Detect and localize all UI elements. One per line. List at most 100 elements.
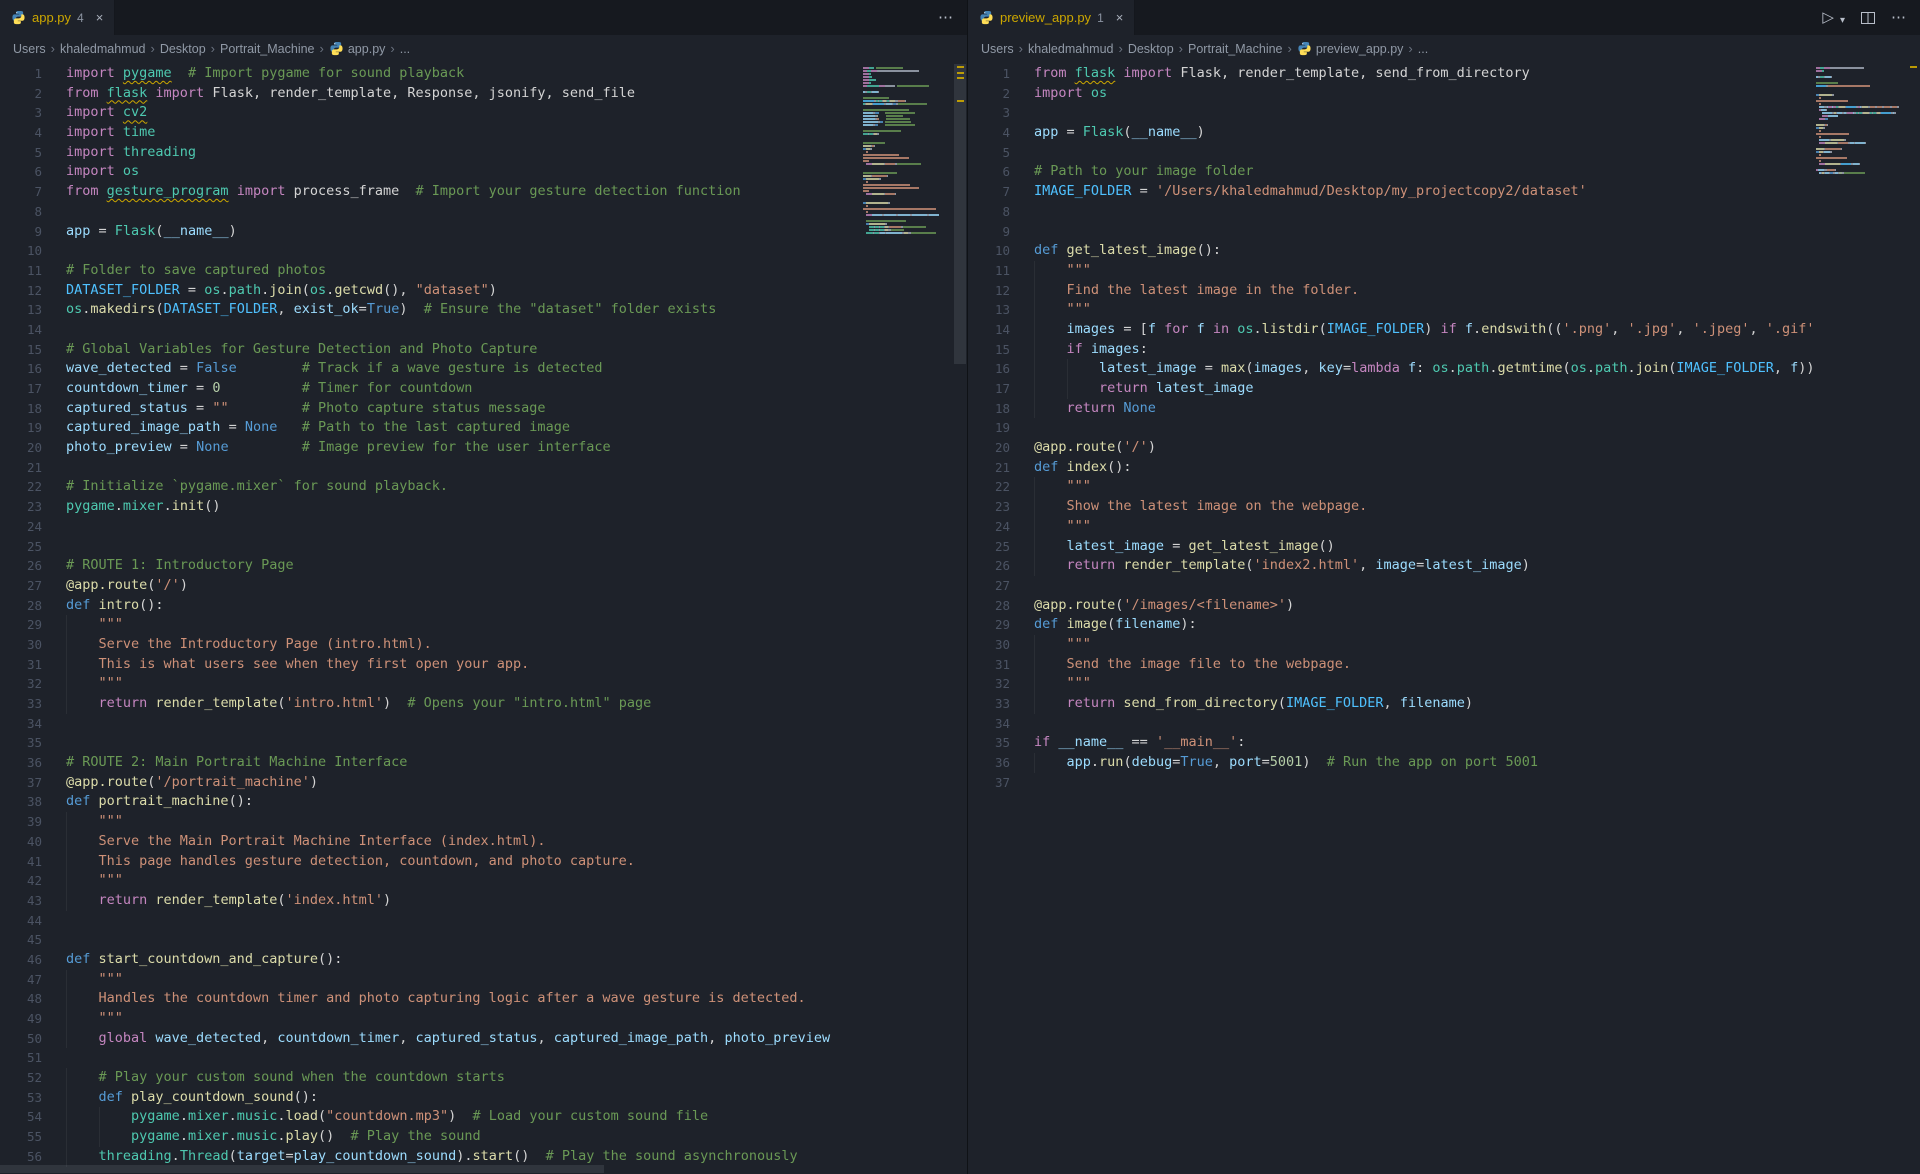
code-line[interactable]: 26# ROUTE 1: Introductory Page bbox=[0, 556, 967, 576]
code-line[interactable]: 37 bbox=[968, 773, 1920, 793]
code-line[interactable]: 53 def play_countdown_sound(): bbox=[0, 1088, 967, 1108]
code-line[interactable]: 6import os bbox=[0, 162, 967, 182]
code-line[interactable]: 36 app.run(debug=True, port=5001) # Run … bbox=[968, 753, 1920, 773]
breadcrumb-item[interactable]: ... bbox=[400, 42, 410, 56]
split-editor-icon[interactable] bbox=[1860, 10, 1876, 26]
code-line[interactable]: 46def start_countdown_and_capture(): bbox=[0, 950, 967, 970]
code-line[interactable]: 3import cv2 bbox=[0, 103, 967, 123]
code-line[interactable]: 31 Send the image file to the webpage. bbox=[968, 655, 1920, 675]
code-line[interactable]: 42 """ bbox=[0, 871, 967, 891]
tab-preview-app-py[interactable]: preview_app.py 1 × bbox=[968, 0, 1135, 35]
horizontal-scrollbar-thumb[interactable] bbox=[0, 1165, 604, 1173]
code-line[interactable]: 18 return None bbox=[968, 399, 1920, 419]
close-icon[interactable]: × bbox=[96, 10, 104, 25]
code-line[interactable]: 17countdown_timer = 0 # Timer for countd… bbox=[0, 379, 967, 399]
code-line[interactable]: 21 bbox=[0, 458, 967, 478]
code-area[interactable]: 1import pygame # Import pygame for sound… bbox=[0, 64, 967, 1174]
code-line[interactable]: 38def portrait_machine(): bbox=[0, 792, 967, 812]
code-line[interactable]: 23pygame.mixer.init() bbox=[0, 497, 967, 517]
code-line[interactable]: 5 bbox=[968, 143, 1920, 163]
code-line[interactable]: 43 return render_template('index.html') bbox=[0, 891, 967, 911]
breadcrumb-item[interactable]: khaledmahmud bbox=[60, 42, 145, 56]
code-line[interactable]: 6# Path to your image folder bbox=[968, 162, 1920, 182]
breadcrumb-item[interactable]: app.py bbox=[329, 41, 386, 56]
code-line[interactable]: 21def index(): bbox=[968, 458, 1920, 478]
code-line[interactable]: 32 """ bbox=[968, 674, 1920, 694]
code-line[interactable]: 10def get_latest_image(): bbox=[968, 241, 1920, 261]
code-line[interactable]: 49 """ bbox=[0, 1009, 967, 1029]
minimap[interactable] bbox=[863, 64, 953, 1174]
more-actions-icon[interactable]: ⋯ bbox=[938, 10, 953, 25]
code-line[interactable]: 24 """ bbox=[968, 517, 1920, 537]
code-line[interactable]: 11 """ bbox=[968, 261, 1920, 281]
code-line[interactable]: 7IMAGE_FOLDER = '/Users/khaledmahmud/Des… bbox=[968, 182, 1920, 202]
breadcrumb-item[interactable]: Desktop bbox=[160, 42, 206, 56]
breadcrumb-item[interactable]: Portrait_Machine bbox=[1188, 42, 1283, 56]
code-line[interactable]: 22# Initialize `pygame.mixer` for sound … bbox=[0, 477, 967, 497]
code-line[interactable]: 32 """ bbox=[0, 674, 967, 694]
code-line[interactable]: 16 latest_image = max(images, key=lambda… bbox=[968, 359, 1920, 379]
code-line[interactable]: 29def image(filename): bbox=[968, 615, 1920, 635]
run-python-file-icon[interactable]: ▷ bbox=[1822, 10, 1834, 25]
code-line[interactable]: 30 Serve the Introductory Page (intro.ht… bbox=[0, 635, 967, 655]
breadcrumb-item[interactable]: ... bbox=[1418, 42, 1428, 56]
code-line[interactable]: 33 return render_template('intro.html') … bbox=[0, 694, 967, 714]
code-line[interactable]: 9 bbox=[968, 222, 1920, 242]
code-line[interactable]: 54 pygame.mixer.music.load("countdown.mp… bbox=[0, 1107, 967, 1127]
code-line[interactable]: 37@app.route('/portrait_machine') bbox=[0, 773, 967, 793]
code-line[interactable]: 27@app.route('/') bbox=[0, 576, 967, 596]
breadcrumb-item[interactable]: Desktop bbox=[1128, 42, 1174, 56]
code-line[interactable]: 15# Global Variables for Gesture Detecti… bbox=[0, 340, 967, 360]
code-line[interactable]: 44 bbox=[0, 911, 967, 931]
code-line[interactable]: 36# ROUTE 2: Main Portrait Machine Inter… bbox=[0, 753, 967, 773]
code-line[interactable]: 14 bbox=[0, 320, 967, 340]
code-line[interactable]: 16wave_detected = False # Track if a wav… bbox=[0, 359, 967, 379]
code-line[interactable]: 28def intro(): bbox=[0, 596, 967, 616]
code-line[interactable]: 29 """ bbox=[0, 615, 967, 635]
code-line[interactable]: 34 bbox=[0, 714, 967, 734]
code-line[interactable]: 30 """ bbox=[968, 635, 1920, 655]
minimap[interactable] bbox=[1816, 64, 1906, 1174]
code-line[interactable]: 13 """ bbox=[968, 300, 1920, 320]
code-line[interactable]: 47 """ bbox=[0, 970, 967, 990]
code-line[interactable]: 45 bbox=[0, 930, 967, 950]
close-icon[interactable]: × bbox=[1116, 10, 1124, 25]
code-line[interactable]: 19 bbox=[968, 418, 1920, 438]
breadcrumb[interactable]: Users›khaledmahmud›Desktop›Portrait_Mach… bbox=[968, 35, 1920, 62]
code-line[interactable]: 52 # Play your custom sound when the cou… bbox=[0, 1068, 967, 1088]
code-line[interactable]: 35if __name__ == '__main__': bbox=[968, 733, 1920, 753]
code-line[interactable]: 20photo_preview = None # Image preview f… bbox=[0, 438, 967, 458]
code-line[interactable]: 25 latest_image = get_latest_image() bbox=[968, 537, 1920, 557]
vertical-scrollbar-thumb[interactable] bbox=[954, 64, 966, 364]
breadcrumb-item[interactable]: Users bbox=[981, 42, 1014, 56]
code-line[interactable]: 5import threading bbox=[0, 143, 967, 163]
code-line[interactable]: 24 bbox=[0, 517, 967, 537]
code-line[interactable]: 50 global wave_detected, countdown_timer… bbox=[0, 1029, 967, 1049]
code-line[interactable]: 25 bbox=[0, 537, 967, 557]
breadcrumb-item[interactable]: Portrait_Machine bbox=[220, 42, 315, 56]
code-line[interactable]: 14 images = [f for f in os.listdir(IMAGE… bbox=[968, 320, 1920, 340]
code-line[interactable]: 3 bbox=[968, 103, 1920, 123]
code-line[interactable]: 41 This page handles gesture detection, … bbox=[0, 852, 967, 872]
code-line[interactable]: 4app = Flask(__name__) bbox=[968, 123, 1920, 143]
breadcrumb-item[interactable]: preview_app.py bbox=[1297, 41, 1404, 56]
code-line[interactable]: 7from gesture_program import process_fra… bbox=[0, 182, 967, 202]
editor-app-py[interactable]: 1import pygame # Import pygame for sound… bbox=[0, 62, 967, 1174]
run-dropdown-chevron-icon[interactable]: ▾ bbox=[1840, 16, 1845, 26]
code-line[interactable]: 4import time bbox=[0, 123, 967, 143]
code-line[interactable]: 12DATASET_FOLDER = os.path.join(os.getcw… bbox=[0, 281, 967, 301]
code-line[interactable]: 2from flask import Flask, render_templat… bbox=[0, 84, 967, 104]
editor-preview-app-py[interactable]: 1from flask import Flask, render_templat… bbox=[968, 62, 1920, 1174]
tab-app-py[interactable]: app.py 4 × bbox=[0, 0, 115, 35]
breadcrumb-item[interactable]: Users bbox=[13, 42, 46, 56]
code-line[interactable]: 39 """ bbox=[0, 812, 967, 832]
code-line[interactable]: 31 This is what users see when they firs… bbox=[0, 655, 967, 675]
breadcrumb[interactable]: Users›khaledmahmud›Desktop›Portrait_Mach… bbox=[0, 35, 967, 62]
code-line[interactable]: 8 bbox=[0, 202, 967, 222]
code-line[interactable]: 17 return latest_image bbox=[968, 379, 1920, 399]
horizontal-scrollbar[interactable] bbox=[0, 1164, 863, 1174]
code-line[interactable]: 55 pygame.mixer.music.play() # Play the … bbox=[0, 1127, 967, 1147]
code-line[interactable]: 1from flask import Flask, render_templat… bbox=[968, 64, 1920, 84]
code-line[interactable]: 28@app.route('/images/<filename>') bbox=[968, 596, 1920, 616]
code-line[interactable]: 22 """ bbox=[968, 477, 1920, 497]
